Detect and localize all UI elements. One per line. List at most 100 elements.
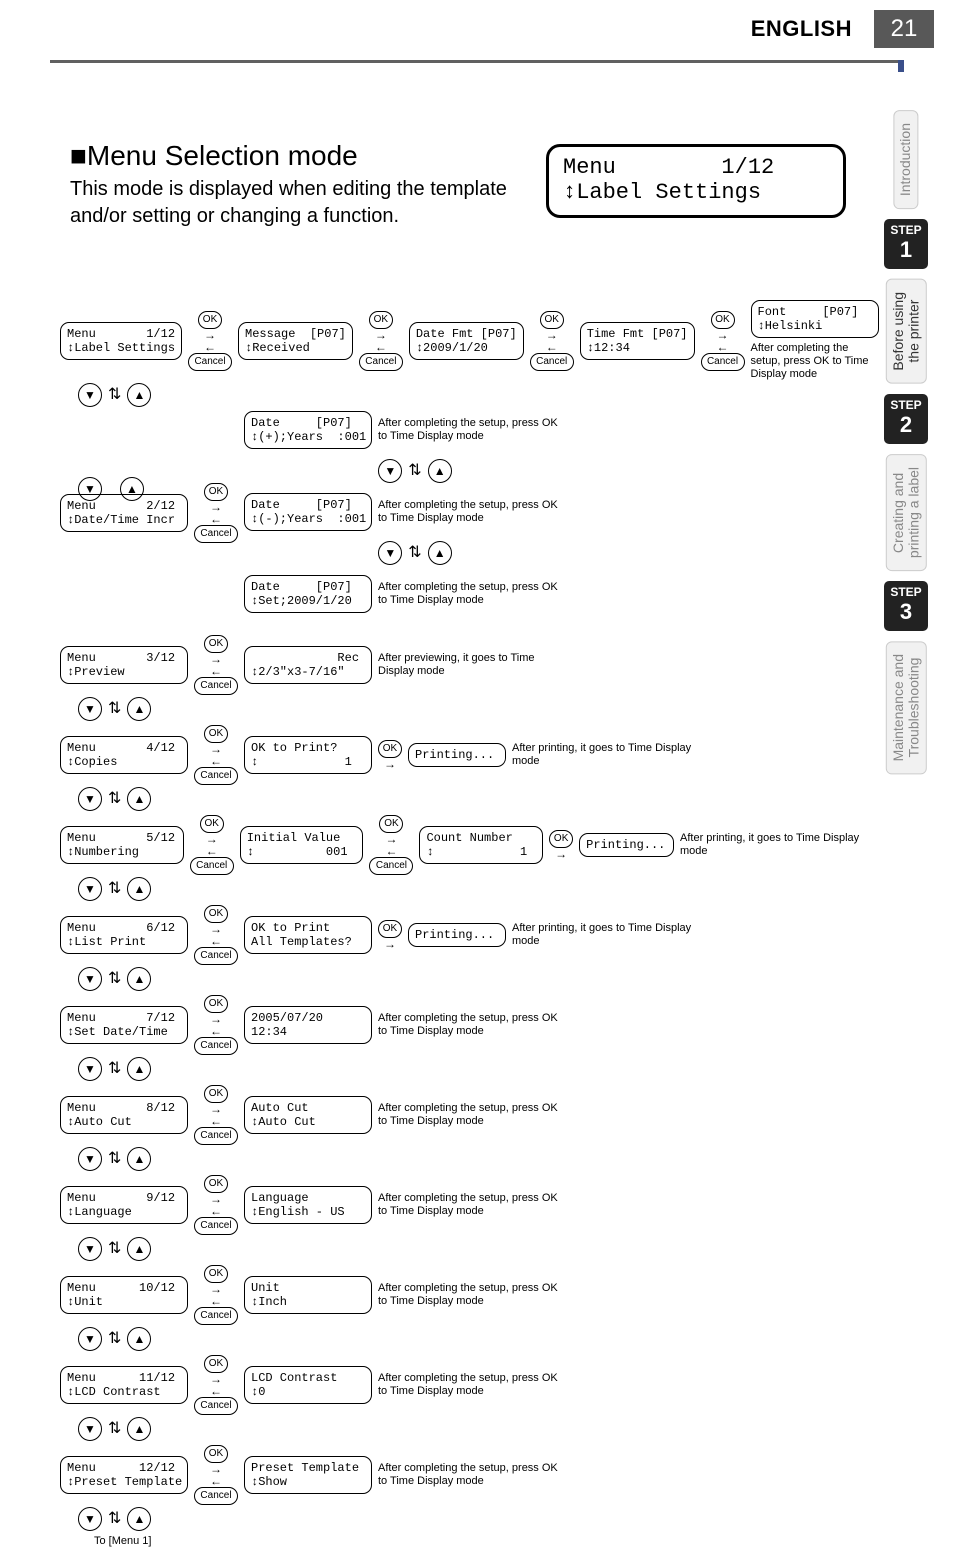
tab-maintenance[interactable]: Maintenance and Troubleshooting (886, 641, 927, 774)
tab-creating-label[interactable]: Creating and printing a label (886, 454, 927, 571)
lcd-menu-10: Menu 10/12 ↕Unit (60, 1276, 188, 1314)
lcd-font: Font [P07] ↕Helsinki (751, 300, 879, 338)
cancel-button[interactable]: Cancel (369, 857, 413, 875)
cancel-button[interactable]: Cancel (194, 525, 238, 543)
ok-button[interactable]: OK (379, 815, 403, 833)
tab-before-using[interactable]: Before using the printer (886, 279, 927, 384)
ok-button[interactable]: OK (378, 740, 402, 758)
up-button[interactable]: ▲ (127, 877, 151, 901)
ok-button[interactable]: OK (540, 311, 564, 329)
ok-button[interactable]: OK (369, 311, 393, 329)
note-text: After completing the setup, press OK to … (378, 1102, 558, 1128)
up-button[interactable]: ▲ (127, 1147, 151, 1171)
lcd-preview-rec: Rec ↕2/3"x3-7/16" (244, 646, 372, 684)
ok-button[interactable]: OK (204, 1085, 228, 1103)
down-button[interactable]: ▼ (78, 1237, 102, 1261)
down-button[interactable]: ▼ (78, 1057, 102, 1081)
lcd-menu-5: Menu 5/12 ↕Numbering (60, 826, 184, 864)
lcd-date-set: Date [P07] ↕Set;2009/1/20 (244, 575, 372, 613)
menu-5-row: Menu 5/12 ↕Numbering OK → ← Cancel Initi… (60, 815, 860, 875)
cancel-button[interactable]: Cancel (194, 1127, 238, 1145)
cancel-button[interactable]: Cancel (194, 677, 238, 695)
cancel-button[interactable]: Cancel (194, 1307, 238, 1325)
arrow-left-icon: ← (209, 755, 223, 767)
down-button[interactable]: ▼ (78, 1327, 102, 1351)
ok-button[interactable]: OK (198, 311, 222, 329)
arrow-left-icon: ← (209, 1295, 223, 1307)
up-button[interactable]: ▲ (127, 1507, 151, 1531)
up-button[interactable]: ▲ (127, 1237, 151, 1261)
cancel-button[interactable]: Cancel (194, 1217, 238, 1235)
lcd-ok-to-print: OK to Print? ↕ 1 (244, 736, 372, 774)
ok-button[interactable]: OK (204, 905, 228, 923)
down-button[interactable]: ▼ (78, 877, 102, 901)
ok-button[interactable]: OK (204, 1355, 228, 1373)
ok-button[interactable]: OK (711, 311, 735, 329)
cancel-button[interactable]: Cancel (530, 353, 574, 371)
lcd-date-fmt: Date Fmt [P07] ↕2009/1/20 (409, 322, 524, 360)
ok-button[interactable]: OK (204, 1445, 228, 1463)
arrow-left-icon: ← (384, 845, 398, 857)
down-button[interactable]: ▼ (78, 697, 102, 721)
menu-9-row: Menu 9/12 ↕Language OK → ← Cancel Langua… (60, 1175, 860, 1235)
lcd-unit: Unit ↕Inch (244, 1276, 372, 1314)
lcd-menu-8: Menu 8/12 ↕Auto Cut (60, 1096, 188, 1134)
note-text: After completing the setup, press OK to … (378, 1282, 558, 1308)
menu-7-row: Menu 7/12 ↕Set Date/Time OK → ← Cancel 2… (60, 995, 860, 1055)
note-text: After completing the setup, press OK to … (378, 499, 558, 525)
cancel-button[interactable]: Cancel (194, 947, 238, 965)
up-button[interactable]: ▲ (127, 967, 151, 991)
arrow-right-icon: → (716, 329, 730, 341)
arrow-left-icon: ← (209, 935, 223, 947)
down-button[interactable]: ▼ (78, 1417, 102, 1441)
up-button[interactable]: ▲ (428, 541, 452, 565)
up-button[interactable]: ▲ (127, 1057, 151, 1081)
note-print: After printing, it goes to Time Display … (512, 922, 692, 948)
down-button[interactable]: ▼ (78, 787, 102, 811)
cancel-button[interactable]: Cancel (194, 1397, 238, 1415)
ok-button[interactable]: OK (204, 1175, 228, 1193)
down-button[interactable]: ▼ (378, 459, 402, 483)
up-button[interactable]: ▲ (127, 787, 151, 811)
menu-3-row: Menu 3/12 ↕Preview OK → ← Cancel Rec ↕2/… (60, 635, 860, 695)
down-button[interactable]: ▼ (78, 1147, 102, 1171)
down-button[interactable]: ▼ (78, 967, 102, 991)
cancel-button[interactable]: Cancel (190, 857, 234, 875)
lcd-contrast: LCD Contrast ↕0 (244, 1366, 372, 1404)
ok-button[interactable]: OK (204, 725, 228, 743)
ok-button[interactable]: OK (204, 1265, 228, 1283)
arrow-right-icon: → (374, 329, 388, 341)
cancel-button[interactable]: Cancel (194, 767, 238, 785)
updown-icon: ⇅ (408, 463, 421, 479)
down-button[interactable]: ▼ (78, 383, 102, 407)
cancel-button[interactable]: Cancel (194, 1487, 238, 1505)
nav-cluster: ▼ ⇅ ▲ (60, 383, 860, 407)
cancel-button[interactable]: Cancel (188, 353, 232, 371)
tab-introduction[interactable]: Introduction (893, 110, 918, 209)
cancel-button[interactable]: Cancel (701, 353, 745, 371)
ok-button[interactable]: OK (204, 635, 228, 653)
up-button[interactable]: ▲ (120, 477, 144, 501)
lcd-auto-cut: Auto Cut ↕Auto Cut (244, 1096, 372, 1134)
up-button[interactable]: ▲ (127, 1327, 151, 1351)
ok-button[interactable]: OK (200, 815, 224, 833)
updown-icon: ⇅ (108, 1331, 121, 1347)
ok-button[interactable]: OK (204, 483, 228, 501)
up-button[interactable]: ▲ (127, 383, 151, 407)
cancel-button[interactable]: Cancel (194, 1037, 238, 1055)
note-text: After completing the setup, press OK to … (378, 417, 558, 443)
arrow-left-icon: ← (716, 341, 730, 353)
ok-button[interactable]: OK (378, 920, 402, 938)
ok-button[interactable]: OK (204, 995, 228, 1013)
down-button[interactable]: ▼ (378, 541, 402, 565)
cancel-button[interactable]: Cancel (359, 353, 403, 371)
up-button[interactable]: ▲ (127, 697, 151, 721)
arrow-left-icon: ← (374, 341, 388, 353)
down-button[interactable]: ▼ (78, 477, 102, 501)
up-button[interactable]: ▲ (127, 1417, 151, 1441)
down-button[interactable]: ▼ (78, 1507, 102, 1531)
lcd-printing: Printing... (408, 743, 506, 767)
up-button[interactable]: ▲ (428, 459, 452, 483)
ok-button[interactable]: OK (549, 830, 573, 848)
menu-flow-diagram: Menu 1/12 ↕Label Settings OK → ← Cancel … (60, 300, 860, 1547)
